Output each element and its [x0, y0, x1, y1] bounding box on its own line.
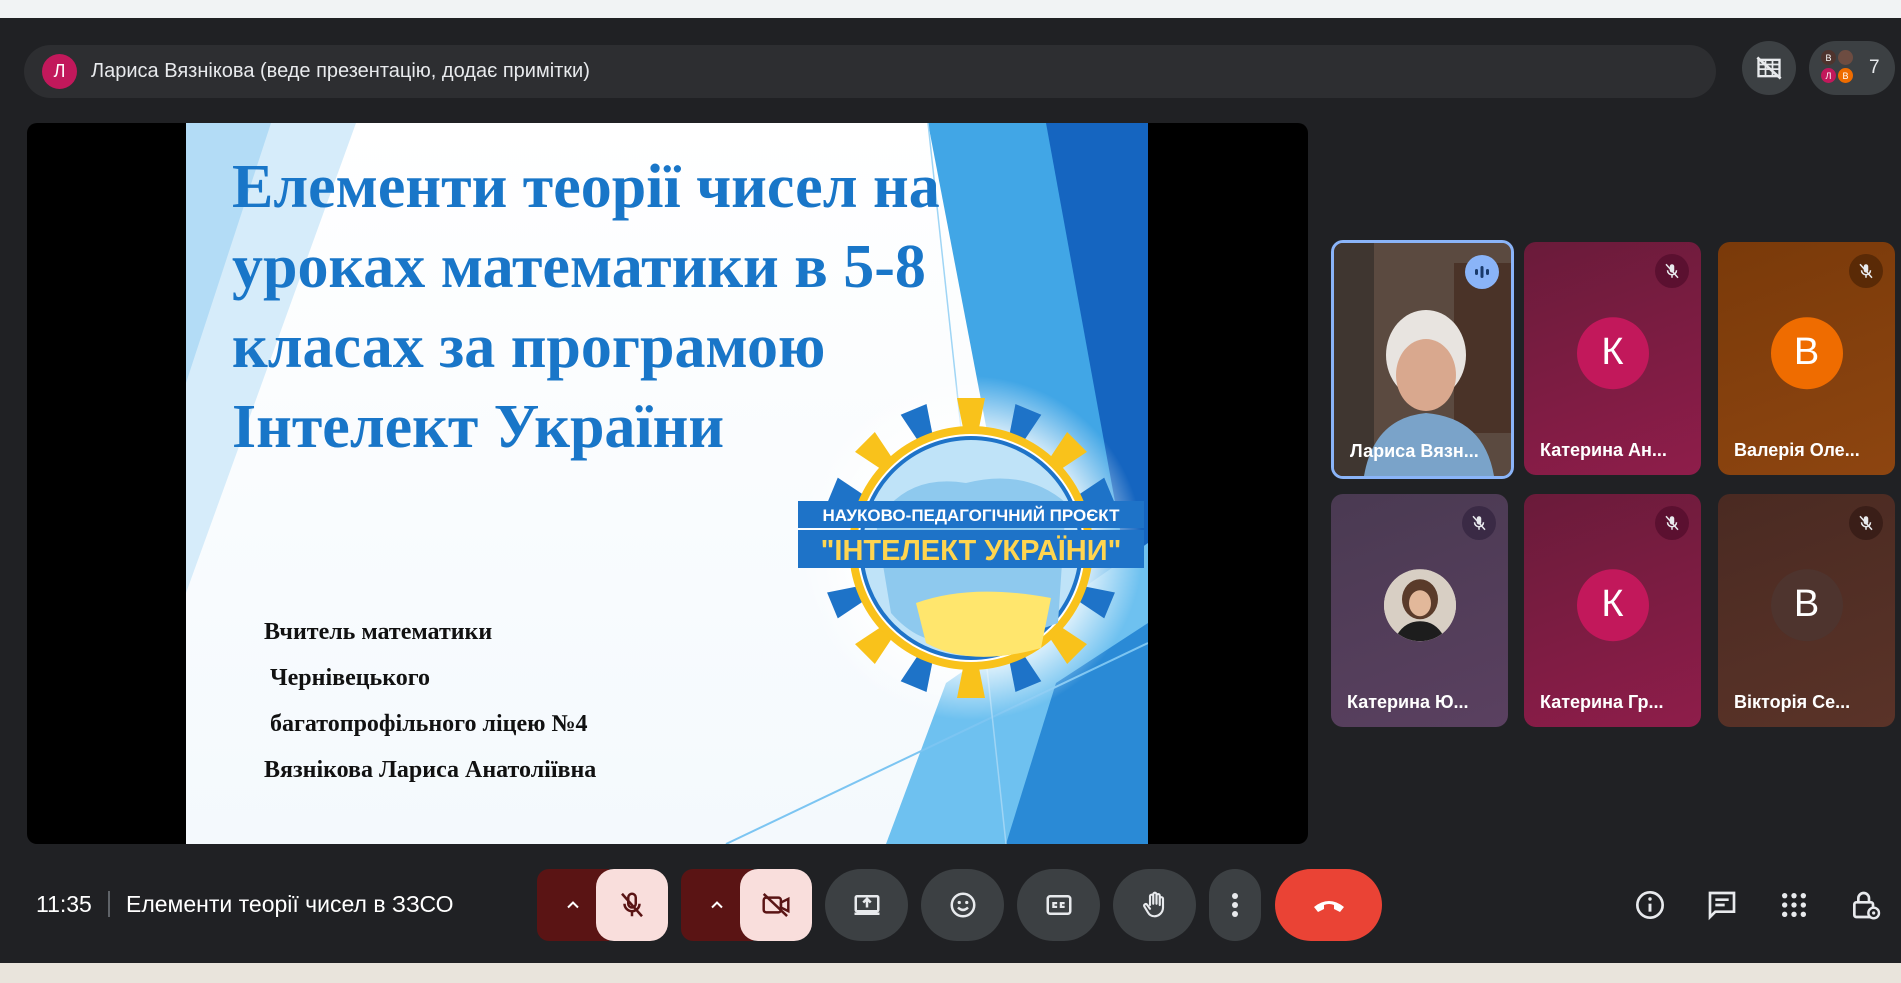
host-controls-button[interactable] [1845, 885, 1885, 925]
stack-avatar: Л [1821, 68, 1836, 83]
author-line: Вчитель математики [264, 619, 493, 645]
presenter-avatar: Л [42, 54, 77, 89]
leave-call-button[interactable] [1275, 869, 1382, 941]
info-icon [1636, 891, 1664, 919]
mic-off-icon [1462, 506, 1496, 540]
participant-tile-speaking[interactable]: Лариса Вязн... [1331, 240, 1514, 479]
presenter-banner: Л Лариса Вязнікова (веде презентацію, до… [24, 45, 1716, 98]
participant-name: Валерія Оле... [1734, 440, 1860, 460]
mic-off-icon [1655, 506, 1689, 540]
chat-icon [1708, 891, 1736, 921]
reactions-button[interactable] [921, 869, 1004, 941]
stack-avatar: В [1821, 50, 1836, 65]
author-line: Чернівецького [264, 665, 431, 691]
activities-button[interactable] [1774, 885, 1814, 925]
present-button[interactable] [825, 869, 908, 941]
mic-toggle-button[interactable] [596, 869, 668, 941]
presenter-banner-text: Лариса Вязнікова (веде презентацію, дода… [91, 60, 590, 82]
participant-avatar: К [1576, 316, 1649, 389]
participant-avatar: В [1770, 316, 1843, 389]
stack-avatar: В [1838, 68, 1853, 83]
stack-avatar-photo [1838, 50, 1853, 65]
participant-tile[interactable]: Катерина Ю... [1331, 494, 1508, 727]
participant-name: Катерина Ю... [1347, 692, 1469, 712]
participant-photo-avatar [1383, 568, 1456, 641]
participant-tile[interactable]: В Валерія Оле... [1718, 242, 1895, 475]
raise-hand-button[interactable] [1113, 869, 1196, 941]
participant-tile[interactable]: В Вікторія Се... [1718, 494, 1895, 727]
chevron-up-icon [711, 901, 723, 909]
participant-name: Катерина Гр... [1540, 692, 1664, 712]
participant-avatar: К [1576, 568, 1649, 641]
participant-tile[interactable]: К Катерина Ан... [1524, 242, 1701, 475]
participant-count: 7 [1869, 57, 1880, 78]
logo-text-line2: "ІНТЕЛЕКТ УКРАЇНИ" [821, 534, 1122, 567]
chat-button[interactable] [1702, 885, 1742, 925]
captions-icon [1046, 895, 1071, 915]
end-call-icon [1313, 901, 1344, 912]
participant-name: Катерина Ан... [1540, 440, 1667, 460]
raise-hand-icon [1142, 891, 1164, 918]
slide-author-block: Вчитель математики Чернівецького багатоп… [264, 609, 596, 793]
meeting-clock: 11:35 [36, 891, 92, 917]
participant-tile[interactable]: К Катерина Гр... [1524, 494, 1701, 727]
present-icon [854, 895, 879, 915]
captions-button[interactable] [1017, 869, 1100, 941]
mic-off-icon [1655, 254, 1689, 288]
mic-off-icon [1849, 254, 1883, 288]
meeting-details-button[interactable] [1630, 885, 1670, 925]
speaking-indicator-icon [1465, 255, 1499, 289]
emoji-icon [950, 892, 975, 918]
author-line: багатопрофільного ліцею №4 [264, 711, 588, 737]
camera-off-icon [762, 893, 790, 917]
browser-top-strip [0, 0, 1901, 18]
participant-name: Вікторія Се... [1734, 692, 1851, 712]
participant-avatars-stack: В Л В [1821, 50, 1857, 86]
mic-off-icon [621, 892, 643, 918]
divider [108, 891, 110, 917]
activities-icon [1781, 892, 1807, 918]
participant-name: Лариса Вязн... [1350, 441, 1479, 461]
mic-off-icon [1849, 506, 1883, 540]
chevron-up-icon [567, 901, 579, 909]
taskbar-strip [0, 963, 1901, 983]
more-options-button[interactable] [1209, 869, 1261, 941]
meeting-title: Елементи теорії чисел в ЗЗСО [126, 891, 454, 917]
participants-button[interactable]: В Л В 7 [1809, 41, 1895, 95]
participant-avatar: В [1770, 568, 1843, 641]
author-line: Вязнікова Лариса Анатоліївна [264, 757, 597, 783]
hide-tiles-button[interactable] [1742, 41, 1796, 95]
presentation-slide: Елементи теорії чисел на уроках математи… [186, 123, 1148, 844]
hide-tiles-icon [1756, 56, 1782, 80]
host-controls-icon [1853, 891, 1881, 920]
logo-text-line1: НАУКОВО-ПЕДАГОГІЧНИЙ ПРОЄКТ [823, 506, 1121, 525]
intellect-ukraine-logo: НАУКОВО-ПЕДАГОГІЧНИЙ ПРОЄКТ "ІНТЕЛЕКТ УК… [798, 376, 1144, 720]
camera-toggle-button[interactable] [740, 869, 812, 941]
presentation-stage: Елементи теорії чисел на уроках математи… [27, 123, 1308, 844]
more-options-icon [1232, 893, 1238, 917]
